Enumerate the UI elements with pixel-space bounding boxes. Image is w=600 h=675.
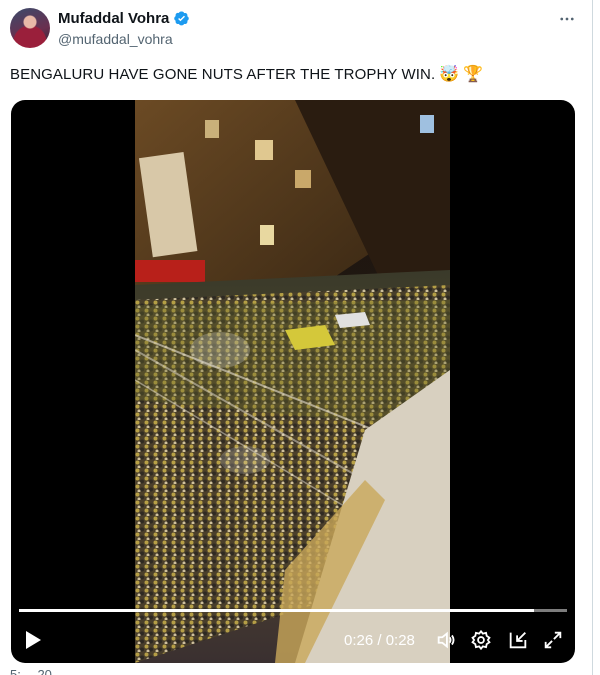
video-player[interactable]: 0:26 / 0:28 bbox=[11, 100, 575, 663]
play-icon[interactable] bbox=[21, 627, 45, 653]
video-progress-bar[interactable] bbox=[19, 609, 567, 612]
crowd-street-scene bbox=[135, 100, 450, 663]
trophy-emoji: 🏆 bbox=[463, 65, 484, 83]
author-handle[interactable]: @mufaddal_vohra bbox=[58, 31, 173, 47]
more-options-icon[interactable] bbox=[556, 8, 578, 30]
author-name[interactable]: Mufaddal Vohra bbox=[58, 10, 169, 27]
author-name-row[interactable]: Mufaddal Vohra bbox=[58, 10, 190, 27]
verified-badge-icon bbox=[174, 11, 190, 26]
tweet-body: BENGALURU HAVE GONE NUTS AFTER THE TROPH… bbox=[10, 66, 436, 83]
tweet-timestamp-partial: 5:… 20… bbox=[10, 669, 65, 675]
fullscreen-icon[interactable] bbox=[540, 627, 566, 653]
video-frame[interactable] bbox=[135, 100, 450, 663]
volume-icon[interactable] bbox=[433, 627, 459, 653]
avatar[interactable] bbox=[10, 8, 50, 48]
pip-icon[interactable] bbox=[505, 627, 531, 653]
settings-icon[interactable] bbox=[468, 627, 494, 653]
exploding-head-emoji: 🤯 bbox=[439, 65, 460, 83]
video-time-display: 0:26 / 0:28 bbox=[344, 632, 415, 649]
tweet-text: BENGALURU HAVE GONE NUTS AFTER THE TROPH… bbox=[10, 66, 483, 83]
video-progress-fill bbox=[19, 609, 535, 612]
